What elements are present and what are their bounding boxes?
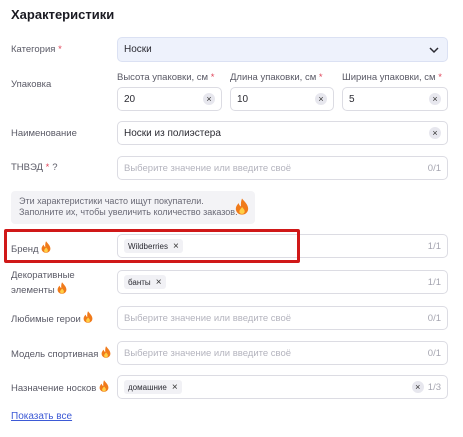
- width-label: Ширина упаковки, см *: [342, 72, 442, 83]
- width-input[interactable]: 5 ×: [342, 87, 448, 111]
- category-value: Носки: [124, 44, 152, 55]
- fire-icon: [99, 380, 109, 392]
- tnved-label: ТНВЭД *?: [11, 162, 58, 173]
- clear-icon[interactable]: ×: [429, 127, 441, 139]
- packaging-label: Упаковка: [11, 79, 52, 90]
- chevron-down-icon: [429, 46, 439, 53]
- fire-icon: [57, 282, 67, 294]
- category-label: Категория *: [11, 44, 62, 55]
- name-input[interactable]: Носки из полиэстера ×: [117, 121, 448, 145]
- hint-line-2: Заполните их, чтобы увеличить количество…: [19, 207, 238, 217]
- category-select[interactable]: Носки: [117, 37, 448, 62]
- hint-line-1: Эти характеристики часто ищут покупатели…: [19, 196, 204, 206]
- decor-input[interactable]: банты × 1/1: [117, 270, 448, 294]
- fire-icon: [235, 198, 249, 215]
- chip-remove-icon[interactable]: ×: [156, 277, 162, 288]
- highlight-box: [4, 229, 300, 263]
- decor-counter: 1/1: [427, 276, 441, 288]
- fire-icon: [83, 311, 93, 323]
- height-input[interactable]: 20 ×: [117, 87, 222, 111]
- clear-icon[interactable]: ×: [203, 93, 215, 105]
- purpose-counter: 1/3: [427, 381, 441, 393]
- brand-counter: 1/1: [427, 240, 441, 252]
- name-label: Наименование: [11, 128, 77, 139]
- fire-icon: [101, 346, 111, 358]
- length-input[interactable]: 10 ×: [230, 87, 334, 111]
- heroes-label: Любимые герои: [11, 311, 93, 326]
- hint-box: Эти характеристики часто ищут покупатели…: [11, 191, 255, 224]
- sport-model-counter: 0/1: [427, 347, 441, 359]
- tnved-input[interactable]: Выберите значение или введите своё 0/1: [117, 156, 448, 180]
- heroes-counter: 0/1: [427, 312, 441, 324]
- purpose-input[interactable]: домашние × × 1/3: [117, 375, 448, 399]
- chip-remove-icon[interactable]: ×: [172, 382, 178, 393]
- required-mark: *: [58, 44, 62, 55]
- purpose-chip: домашние ×: [124, 380, 182, 394]
- clear-icon[interactable]: ×: [411, 381, 424, 393]
- sport-model-input[interactable]: Выберите значение или введите своё 0/1: [117, 341, 448, 365]
- help-icon[interactable]: ?: [52, 162, 57, 173]
- clear-icon[interactable]: ×: [315, 93, 327, 105]
- section-title: Характеристики: [11, 7, 115, 22]
- decor-chip: банты ×: [124, 275, 166, 289]
- height-label: Высота упаковки, см *: [117, 72, 215, 83]
- show-all-link[interactable]: Показать все: [11, 411, 72, 422]
- decor-label: Декоративные элементы: [11, 270, 75, 296]
- sport-model-label: Модель спортивная: [11, 346, 111, 361]
- clear-icon[interactable]: ×: [429, 93, 441, 105]
- length-label: Длина упаковки, см *: [230, 72, 323, 83]
- purpose-label: Назначение носков: [11, 380, 109, 395]
- heroes-input[interactable]: Выберите значение или введите своё 0/1: [117, 306, 448, 330]
- tnved-counter: 0/1: [427, 162, 441, 174]
